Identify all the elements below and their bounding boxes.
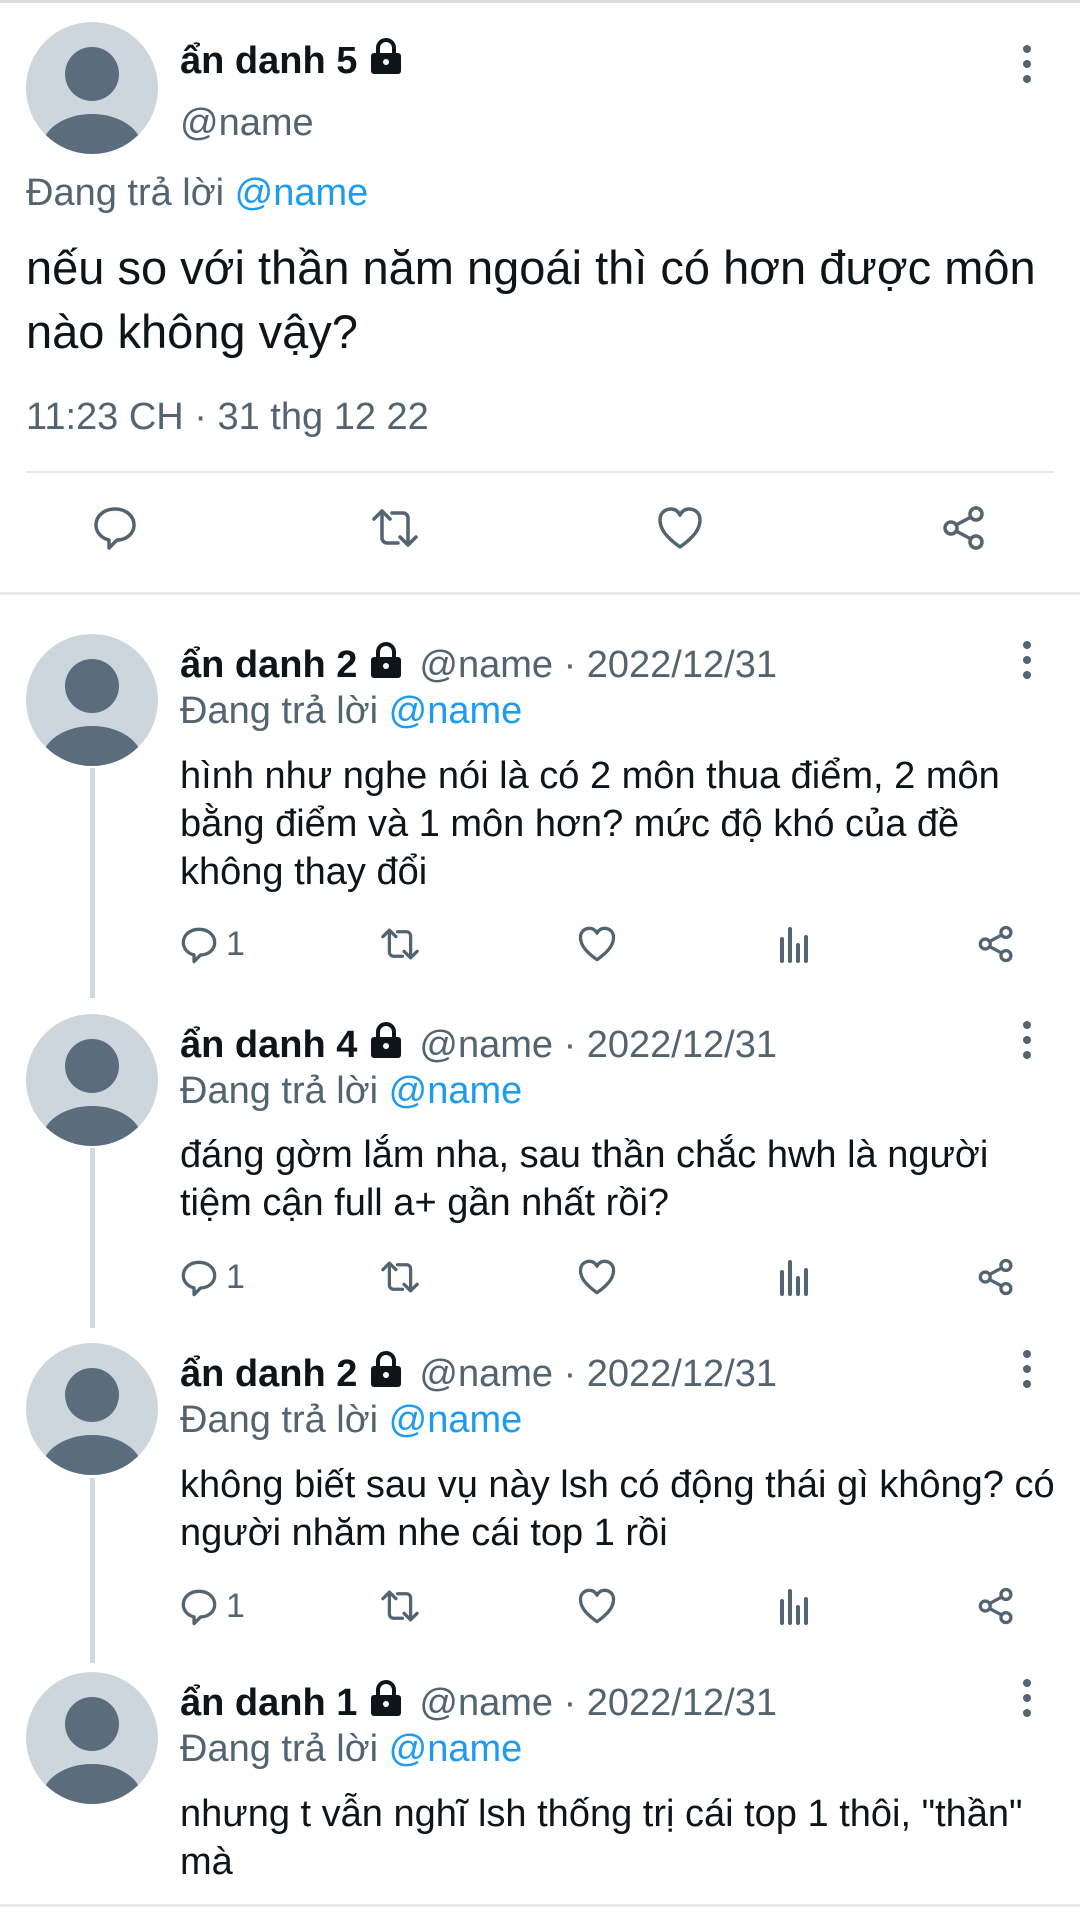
handle-date: @name · 2022/12/31 — [419, 1352, 777, 1395]
more-icon[interactable] — [1007, 1668, 1047, 1728]
lock-icon — [367, 1020, 405, 1070]
replying-mention[interactable]: @name — [389, 1728, 523, 1770]
replying-prefix: Đang trả lời — [180, 690, 379, 732]
replying-mention[interactable]: @name — [389, 1070, 523, 1112]
more-icon[interactable] — [1007, 1010, 1047, 1070]
reply-count: 1 — [226, 1587, 245, 1625]
author-name: ẩn danh 5 — [180, 39, 358, 82]
reply-count: 1 — [226, 925, 245, 963]
share-icon[interactable] — [976, 925, 1016, 963]
reply-button[interactable]: 1 — [180, 1587, 245, 1626]
replying-prefix: Đang trả lời — [180, 1399, 379, 1441]
reply-icon[interactable] — [92, 505, 138, 556]
replying-prefix: Đang trả lời — [26, 172, 225, 214]
handle-date: @name · 2022/12/31 — [419, 643, 777, 686]
more-icon[interactable] — [1007, 630, 1047, 690]
lock-icon — [367, 1349, 405, 1399]
avatar[interactable] — [26, 1672, 158, 1804]
thread-line — [90, 768, 95, 998]
author-name[interactable]: ẩn danh 2 — [180, 1353, 357, 1396]
analytics-icon[interactable] — [778, 1258, 812, 1296]
thread-line — [90, 1478, 95, 1663]
divider — [0, 1904, 1080, 1907]
tweet-detail-page: ẩn danh 5 @name Đang trả lời @name nếu s… — [0, 0, 1080, 1914]
author-name[interactable]: ẩn danh 1 — [180, 1682, 357, 1725]
reply-text: nhưng t vẫn nghĩ lsh thống trị cái top 1… — [180, 1793, 1023, 1883]
replying-to: Đang trả lời @name — [180, 1070, 522, 1113]
like-icon[interactable] — [577, 1587, 617, 1625]
reply-icon — [181, 1260, 217, 1296]
replying-prefix: Đang trả lời — [180, 1728, 379, 1770]
replying-mention[interactable]: @name — [389, 1399, 523, 1441]
lock-icon — [367, 36, 405, 86]
reply-header: ẩn danh 2 @name · 2022/12/31 — [180, 640, 777, 690]
lock-icon — [367, 1678, 405, 1728]
reply-count: 1 — [226, 1258, 245, 1296]
retweet-icon[interactable] — [378, 1258, 422, 1296]
replying-prefix: Đang trả lời — [180, 1070, 379, 1112]
analytics-icon[interactable] — [778, 925, 812, 963]
reply-header: ẩn danh 1 @name · 2022/12/31 — [180, 1678, 777, 1728]
share-icon[interactable] — [940, 505, 988, 556]
reply-icon — [181, 1589, 217, 1625]
author-handle[interactable]: @name — [180, 102, 314, 145]
more-icon[interactable] — [1007, 1339, 1047, 1399]
handle-date: @name · 2022/12/31 — [419, 1681, 777, 1724]
top-divider — [0, 0, 1080, 6]
avatar[interactable] — [26, 22, 158, 154]
author-name-row: ẩn danh 5 — [180, 36, 405, 86]
divider — [0, 592, 1080, 595]
share-icon[interactable] — [976, 1258, 1016, 1296]
reply-text: hình như nghe nói là có 2 môn thua điểm,… — [180, 755, 1000, 893]
replying-mention[interactable]: @name — [235, 172, 369, 214]
replying-to: Đang trả lời @name — [180, 1728, 522, 1771]
replying-to: Đang trả lời @name — [180, 1399, 522, 1442]
lock-icon — [367, 640, 405, 690]
reply-button[interactable]: 1 — [180, 925, 245, 964]
reply-text: không biết sau vụ này lsh có động thái g… — [180, 1464, 1055, 1554]
replying-to: Đang trả lời @name — [180, 690, 522, 733]
thread-line — [90, 1148, 95, 1328]
reply-header: ẩn danh 2 @name · 2022/12/31 — [180, 1349, 777, 1399]
replying-to: Đang trả lời @name — [26, 172, 368, 215]
reply-text: đáng gờm lắm nha, sau thần chắc hwh là n… — [180, 1134, 989, 1224]
tweet-timestamp[interactable]: 11:23 CH · 31 thg 12 22 — [26, 396, 429, 439]
replying-mention[interactable]: @name — [389, 690, 523, 732]
author-name[interactable]: ẩn danh 2 — [180, 644, 357, 687]
tweet-text: nếu so với thần năm ngoái thì có hơn đượ… — [26, 241, 1036, 358]
divider — [26, 471, 1054, 473]
analytics-icon[interactable] — [778, 1587, 812, 1625]
reply-icon — [181, 927, 217, 963]
reply-header: ẩn danh 4 @name · 2022/12/31 — [180, 1020, 777, 1070]
avatar[interactable] — [26, 634, 158, 766]
like-icon[interactable] — [577, 925, 617, 963]
reply-button[interactable]: 1 — [180, 1258, 245, 1297]
author-name[interactable]: ẩn danh 4 — [180, 1024, 357, 1067]
handle-date: @name · 2022/12/31 — [419, 1023, 777, 1066]
like-icon[interactable] — [577, 1258, 617, 1296]
retweet-icon[interactable] — [378, 925, 422, 963]
retweet-icon[interactable] — [368, 505, 422, 556]
retweet-icon[interactable] — [378, 1587, 422, 1625]
avatar[interactable] — [26, 1014, 158, 1146]
like-icon[interactable] — [656, 505, 704, 556]
avatar[interactable] — [26, 1343, 158, 1475]
share-icon[interactable] — [976, 1587, 1016, 1625]
more-icon[interactable] — [1007, 34, 1047, 94]
